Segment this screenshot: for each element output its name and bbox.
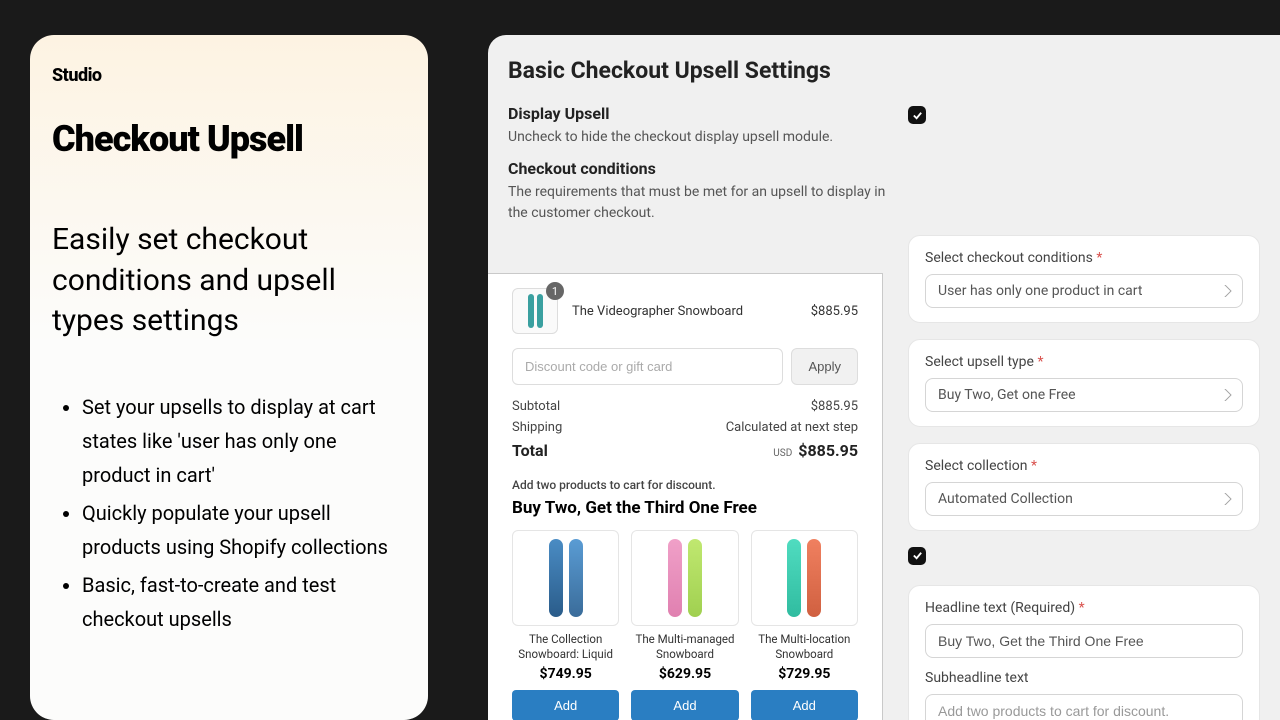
product-name: The Collection Snowboard: Liquid [512, 632, 619, 662]
cart-item: 1 The Videographer Snowboard $885.95 [512, 288, 858, 334]
settings-column: Select checkout conditions * User has on… [908, 235, 1260, 720]
upsell-type-card: Select upsell type * Buy Two, Get one Fr… [908, 339, 1260, 427]
brand-logo: Studio [52, 65, 406, 86]
total-value: $885.95 [798, 441, 858, 460]
subheadline-input[interactable] [925, 694, 1243, 720]
promo-panel: Studio Checkout Upsell Easily set checko… [30, 35, 428, 720]
collection-select[interactable]: Automated Collection [925, 482, 1243, 516]
admin-panel: Basic Checkout Upsell Settings Display U… [488, 35, 1280, 720]
add-button[interactable]: Add [631, 690, 738, 720]
upsell-type-select[interactable]: Buy Two, Get one Free [925, 378, 1243, 412]
upsell-product: The Multi-managed Snowboard $629.95 Add [631, 530, 738, 720]
product-image [751, 530, 858, 626]
cart-item-name: The Videographer Snowboard [572, 304, 797, 319]
upsell-products: The Collection Snowboard: Liquid $749.95… [512, 530, 858, 720]
promo-bullet: Basic, fast-to-create and test checkout … [82, 568, 406, 636]
product-name: The Multi-managed Snowboard [631, 632, 738, 662]
add-button[interactable]: Add [751, 690, 858, 720]
display-upsell-checkbox[interactable] [908, 106, 926, 124]
headline-card: Headline text (Required) * Subheadline t… [908, 585, 1260, 720]
total-label: Total [512, 441, 548, 460]
headline-input[interactable] [925, 624, 1243, 658]
product-price: $729.95 [751, 666, 858, 682]
check-icon [912, 110, 923, 121]
upsell-heading: Buy Two, Get the Third One Free [512, 498, 858, 518]
conditions-label: Checkout conditions [508, 159, 886, 178]
subtotal-value: $885.95 [811, 399, 858, 414]
upsell-type-label: Select upsell type * [925, 354, 1243, 370]
display-upsell-help: Uncheck to hide the checkout display ups… [508, 127, 886, 147]
upsell-product: The Collection Snowboard: Liquid $749.95… [512, 530, 619, 720]
product-image [631, 530, 738, 626]
subtotal-label: Subtotal [512, 399, 560, 414]
conditions-help: The requirements that must be met for an… [508, 182, 886, 223]
shipping-value: Calculated at next step [726, 420, 858, 435]
promo-tagline: Easily set checkout conditions and upsel… [52, 220, 406, 342]
cart-qty-badge: 1 [546, 282, 564, 300]
upsell-product: The Multi-location Snowboard $729.95 Add [751, 530, 858, 720]
checkout-preview: 1 The Videographer Snowboard $885.95 App… [488, 273, 883, 720]
check-icon [912, 550, 923, 561]
subheadline-label: Subheadline text [925, 670, 1243, 686]
conditions-card: Select checkout conditions * User has on… [908, 235, 1260, 323]
promo-bullet: Set your upsells to display at cart stat… [82, 390, 406, 492]
promo-title: Checkout Upsell [52, 118, 406, 160]
product-image [512, 530, 619, 626]
currency-label: USD [773, 448, 792, 459]
product-price: $749.95 [512, 666, 619, 682]
add-button[interactable]: Add [512, 690, 619, 720]
display-upsell-label: Display Upsell [508, 104, 886, 123]
product-name: The Multi-location Snowboard [751, 632, 858, 662]
cart-item-price: $885.95 [811, 304, 858, 319]
conditions-select[interactable]: User has only one product in cart [925, 274, 1243, 308]
upsell-tip: Add two products to cart for discount. [512, 478, 858, 492]
collection-label: Select collection * [925, 458, 1243, 474]
shipping-label: Shipping [512, 420, 562, 435]
cart-thumb: 1 [512, 288, 558, 334]
collection-card: Select collection * Automated Collection [908, 443, 1260, 531]
secondary-checkbox[interactable] [908, 547, 926, 565]
page-title: Basic Checkout Upsell Settings [508, 57, 1260, 84]
product-price: $629.95 [631, 666, 738, 682]
discount-input[interactable] [512, 348, 783, 385]
promo-bullets: Set your upsells to display at cart stat… [52, 390, 406, 636]
headline-label: Headline text (Required) * [925, 600, 1243, 616]
apply-button[interactable]: Apply [791, 348, 858, 385]
promo-bullet: Quickly populate your upsell products us… [82, 496, 406, 564]
conditions-field-label: Select checkout conditions * [925, 250, 1243, 266]
